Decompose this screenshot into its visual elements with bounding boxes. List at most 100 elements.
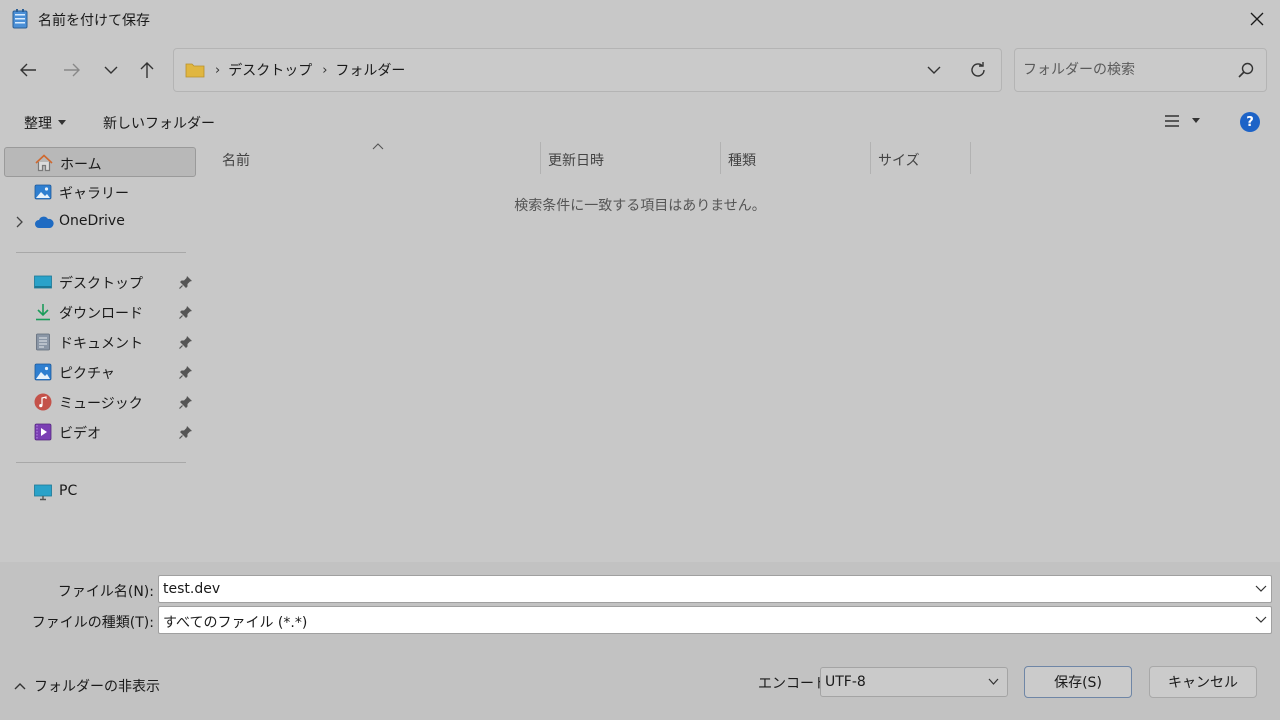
forward-button[interactable]	[57, 55, 87, 85]
caret-down-icon	[58, 120, 66, 125]
organize-label: 整理	[24, 116, 52, 132]
column-divider[interactable]	[870, 142, 871, 174]
navigation-pane: ホーム ギャラリー OneDrive デスクトップ ダウンロード ドキュメント …	[0, 142, 200, 562]
cancel-button[interactable]: キャンセル	[1149, 666, 1257, 698]
save-label: 保存(S)	[1054, 675, 1102, 691]
search-box[interactable]	[1014, 48, 1267, 92]
breadcrumb-desktop[interactable]: デスクトップ	[228, 60, 312, 80]
empty-list-message: 検索条件に一致する項目はありません。	[514, 198, 766, 214]
home-icon	[35, 154, 53, 172]
column-header-name[interactable]: 名前	[222, 150, 250, 170]
music-icon	[34, 393, 52, 411]
help-button[interactable]: ?	[1240, 112, 1260, 132]
back-button[interactable]	[13, 55, 43, 85]
filetype-label: ファイルの種類(T):	[31, 615, 154, 631]
new-folder-button[interactable]: 新しいフォルダー	[103, 113, 215, 133]
sidebar-item-label: PC	[59, 483, 78, 499]
recent-locations-button[interactable]	[96, 55, 126, 85]
column-header-size[interactable]: サイズ	[878, 150, 920, 170]
cancel-label: キャンセル	[1168, 675, 1238, 691]
hide-folders-button[interactable]: フォルダーの非表示	[14, 676, 160, 696]
chevron-up-icon	[14, 683, 26, 690]
picture-icon	[34, 363, 52, 381]
column-header-modified[interactable]: 更新日時	[548, 150, 604, 170]
chevron-right-icon[interactable]	[14, 216, 24, 228]
sidebar-item-videos[interactable]: ビデオ	[4, 417, 196, 447]
pin-icon[interactable]	[179, 395, 193, 409]
title-bar: 名前を付けて保存	[0, 0, 1280, 38]
arrow-left-icon	[20, 63, 36, 77]
sidebar-divider	[16, 462, 186, 463]
sidebar-item-downloads[interactable]: ダウンロード	[4, 297, 196, 327]
navigation-bar: › デスクトップ › フォルダー	[0, 38, 1280, 104]
sidebar-item-label: ミュージック	[59, 396, 143, 412]
pin-icon[interactable]	[179, 275, 193, 289]
arrow-up-icon	[140, 62, 154, 78]
file-list[interactable]: 名前 更新日時 種類 サイズ 検索条件に一致する項目はありません。	[200, 142, 1280, 562]
sidebar-item-label: ドキュメント	[59, 336, 143, 352]
chevron-down-icon[interactable]	[1255, 616, 1267, 624]
help-icon: ?	[1246, 114, 1254, 130]
pin-icon[interactable]	[179, 365, 193, 379]
column-divider[interactable]	[540, 142, 541, 174]
filename-field[interactable]: test.dev	[158, 575, 1272, 603]
save-button[interactable]: 保存(S)	[1024, 666, 1132, 698]
breadcrumb-folder[interactable]: フォルダー	[335, 60, 405, 80]
sidebar-item-home[interactable]: ホーム	[4, 147, 196, 177]
filename-value[interactable]: test.dev	[163, 581, 220, 597]
filetype-select[interactable]: すべてのファイル (*.*)	[158, 606, 1272, 634]
notepad-icon	[12, 9, 28, 29]
view-options-button[interactable]	[1164, 114, 1200, 128]
up-button[interactable]	[132, 55, 162, 85]
chevron-down-icon[interactable]	[1255, 585, 1267, 593]
organize-menu[interactable]: 整理	[24, 113, 66, 133]
column-header-type[interactable]: 種類	[728, 150, 756, 170]
sidebar-divider	[16, 252, 186, 253]
hide-folders-label: フォルダーの非表示	[34, 679, 160, 695]
caret-down-icon	[1192, 118, 1200, 123]
arrow-right-icon	[64, 63, 80, 77]
refresh-button[interactable]	[963, 55, 993, 85]
close-button[interactable]	[1242, 4, 1272, 34]
sidebar-item-label: デスクトップ	[59, 276, 143, 292]
sidebar-item-pictures[interactable]: ピクチャ	[4, 357, 196, 387]
sidebar-item-gallery[interactable]: ギャラリー	[4, 177, 196, 207]
encoding-select[interactable]: UTF-8	[820, 667, 1008, 697]
window-title: 名前を付けて保存	[38, 13, 150, 29]
search-icon[interactable]	[1238, 62, 1254, 78]
sidebar-item-pc[interactable]: PC	[4, 477, 196, 507]
filetype-value: すべてのファイル (*.*)	[163, 615, 308, 631]
pin-icon[interactable]	[179, 305, 193, 319]
column-divider[interactable]	[720, 142, 721, 174]
sort-ascending-icon	[372, 143, 384, 150]
gallery-icon	[34, 184, 52, 200]
pc-icon	[34, 484, 52, 501]
chevron-down-icon	[104, 66, 118, 74]
save-form: ファイル名(N): test.dev ファイルの種類(T): すべてのファイル …	[0, 562, 1280, 720]
pin-icon[interactable]	[179, 425, 193, 439]
chevron-right-icon: ›	[322, 62, 328, 78]
chevron-down-icon	[988, 678, 999, 685]
sidebar-item-label: ホーム	[60, 157, 102, 173]
chevron-down-icon	[927, 66, 941, 74]
search-input[interactable]	[1023, 60, 1223, 80]
document-icon	[36, 333, 50, 351]
sidebar-item-label: ビデオ	[59, 426, 101, 442]
video-icon	[34, 423, 52, 441]
pin-icon[interactable]	[179, 335, 193, 349]
folder-icon	[185, 63, 205, 78]
sidebar-item-desktop[interactable]: デスクトップ	[4, 267, 196, 297]
download-icon	[36, 304, 50, 321]
sidebar-item-label: ピクチャ	[59, 366, 115, 382]
address-history-button[interactable]	[919, 55, 949, 85]
address-bar[interactable]: › デスクトップ › フォルダー	[173, 48, 1002, 92]
sidebar-item-onedrive[interactable]: OneDrive	[4, 207, 196, 237]
sidebar-item-documents[interactable]: ドキュメント	[4, 327, 196, 357]
chevron-right-icon: ›	[215, 62, 221, 78]
column-divider[interactable]	[970, 142, 971, 174]
filename-label: ファイル名(N):	[57, 584, 154, 600]
sidebar-item-label: ギャラリー	[59, 186, 129, 202]
close-icon	[1250, 12, 1264, 26]
sidebar-item-music[interactable]: ミュージック	[4, 387, 196, 417]
cloud-icon	[35, 216, 54, 228]
